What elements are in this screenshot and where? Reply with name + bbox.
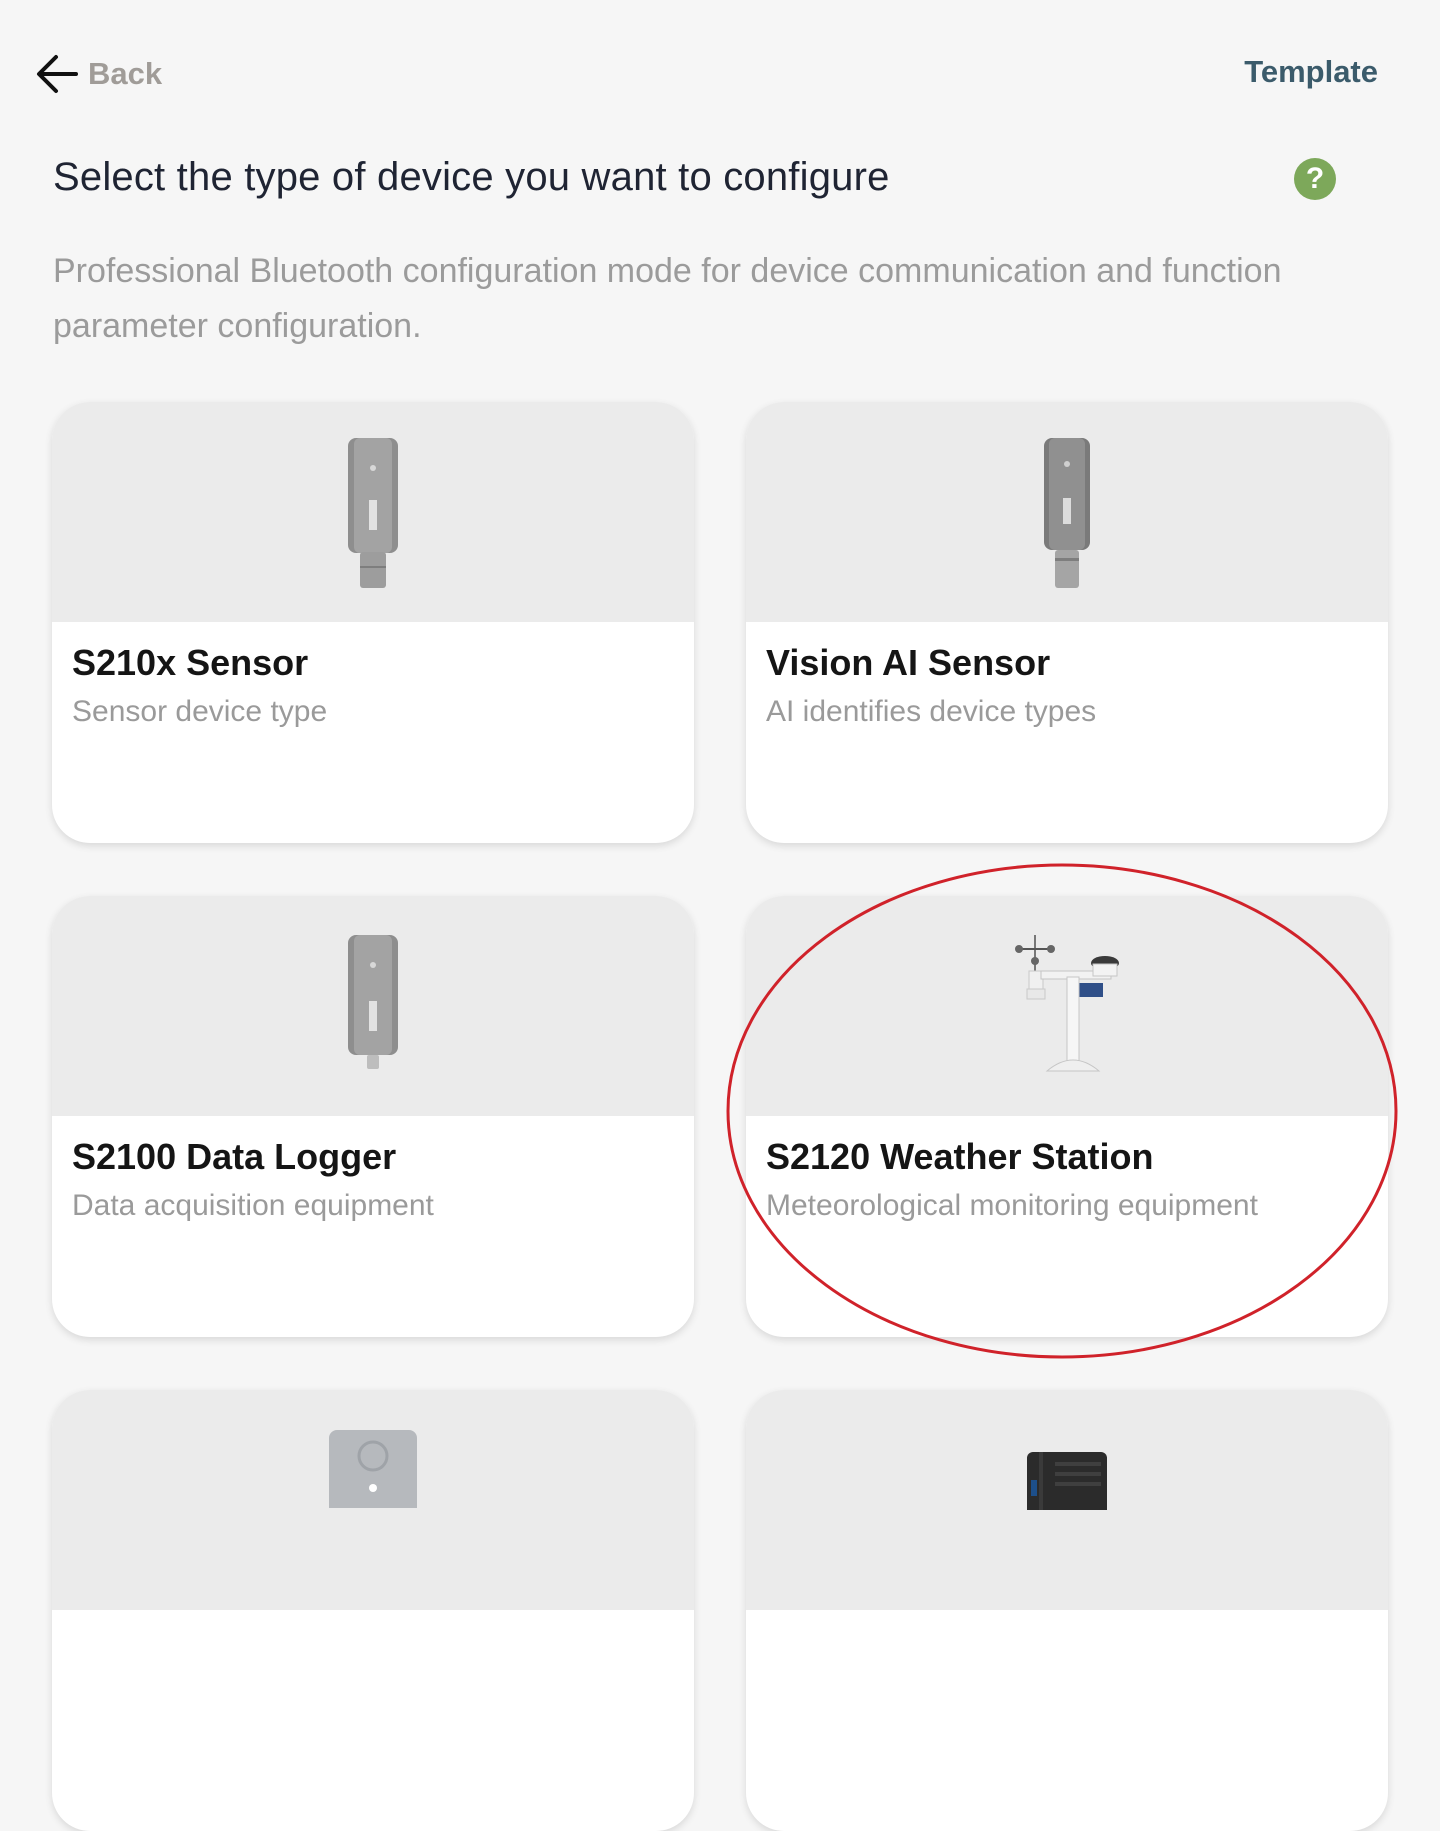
back-button[interactable]: Back [34, 50, 162, 98]
gateway-device-icon [1027, 1452, 1107, 1510]
device-name: S2100 Data Logger [72, 1136, 397, 1177]
device-name: S2120 Weather Station [766, 1136, 1154, 1177]
card-image [52, 1390, 694, 1610]
device-description: Meteorological monitoring equipment [766, 1189, 1258, 1222]
page-title: Select the type of device you want to co… [53, 155, 890, 199]
vision-sensor-icon [1044, 438, 1090, 588]
device-card-s2100-data-logger[interactable]: S2100 Data Logger Data acquisition equip… [52, 896, 694, 1337]
back-label: Back [88, 56, 163, 91]
top-bar: Back Template [0, 0, 1440, 150]
template-button[interactable]: Template [1244, 54, 1378, 90]
card-image [52, 402, 694, 622]
card-image [746, 896, 1388, 1116]
arrow-left-icon [37, 55, 78, 93]
device-name: Vision AI Sensor [766, 642, 1051, 683]
device-card-6[interactable] [746, 1390, 1388, 1831]
card-image [746, 1390, 1388, 1610]
weather-station-icon [1015, 935, 1119, 1072]
device-card-5[interactable] [52, 1390, 694, 1831]
device-name: S210x Sensor [72, 642, 309, 683]
card-image [52, 896, 694, 1116]
help-icon[interactable]: ? [1294, 158, 1336, 200]
card-image [746, 402, 1388, 622]
data-logger-icon [348, 935, 398, 1069]
device-card-s210x-sensor[interactable]: S210x Sensor Sensor device type [52, 402, 694, 843]
device-card-vision-ai-sensor[interactable]: Vision AI Sensor AI identifies device ty… [746, 402, 1388, 843]
button-device-icon [329, 1430, 417, 1508]
device-card-s2120-weather-station[interactable]: S2120 Weather Station Meteorological mon… [746, 896, 1388, 1337]
device-description: Sensor device type [72, 695, 328, 728]
device-description: AI identifies device types [766, 695, 1097, 728]
sensor-device-icon [348, 438, 398, 588]
device-description: Data acquisition equipment [72, 1189, 434, 1222]
page-subtitle: Professional Bluetooth configuration mod… [53, 252, 1282, 345]
